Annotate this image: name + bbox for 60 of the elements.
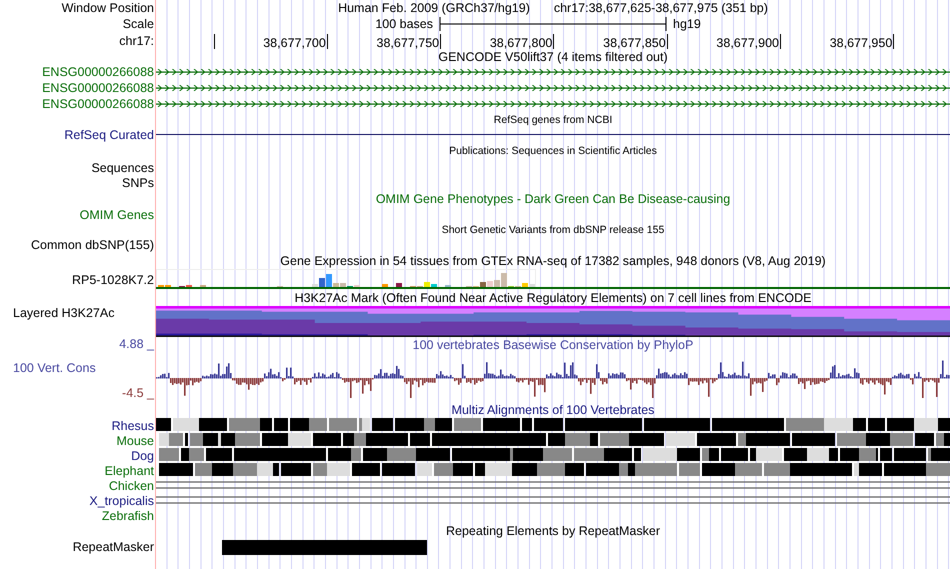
tick-mark (326, 34, 328, 48)
species-label[interactable]: Rhesus (112, 418, 154, 432)
repeat-element[interactable] (222, 540, 427, 554)
assembly-title: Human Feb. 2009 (GRCh37/hg19) (338, 1, 530, 15)
species-label[interactable]: Zebrafish (102, 508, 154, 522)
tick-mark (780, 34, 781, 48)
track-title: 100 vertebrates Basewise Conservation by PhyloP (412, 338, 694, 352)
species-label[interactable]: Chicken (108, 478, 154, 492)
position-text: chr17:38,677,625-38,677,975 (351 bp) (554, 1, 768, 15)
alignment-track[interactable] (156, 448, 950, 463)
track-title: Publications: Sequences in Scientific Articles (449, 145, 657, 157)
coordinate-label: 38,677,900 (716, 36, 779, 50)
track-label[interactable]: Sequences (91, 160, 154, 174)
gene-line[interactable] (156, 69, 950, 75)
coordinate-label: 38,677,850 (603, 36, 666, 50)
coordinate-label: 38,677,950 (830, 36, 892, 50)
track-label[interactable]: Layered H3K27Ac (13, 306, 114, 320)
track-label[interactable]: 100 Vert. Cons (0, 361, 96, 375)
species-label[interactable]: Dog (131, 448, 154, 462)
species-label[interactable]: X_tropicalis (89, 494, 154, 508)
track-label[interactable]: RefSeq Curated (64, 128, 154, 142)
species-label[interactable]: Mouse (116, 434, 154, 448)
track-label: Scale (122, 17, 154, 31)
tick-mark (553, 34, 554, 48)
gene-line[interactable] (156, 101, 950, 107)
track-title: Gene Expression in 54 tissues from GTEx RNA-seq of 17382 samples, 948 donors (V8, Aug 2019) (280, 254, 826, 268)
gene-line[interactable] (156, 85, 950, 91)
track-title: RefSeq genes from NCBI (494, 114, 612, 126)
signal-area-chart[interactable] (156, 306, 950, 337)
gene-label[interactable]: ENSG00000266088 (42, 65, 154, 79)
track-label: Window Position (62, 1, 154, 15)
gene-label[interactable]: ENSG00000266088 (42, 81, 154, 95)
alignment-track[interactable] (156, 433, 950, 448)
track-title: OMIM Gene Phenotypes - Dark Green Can Be Disease-causing (376, 192, 730, 206)
track-title: Repeating Elements by RepeatMasker (446, 524, 660, 538)
scale-text: 100 bases (375, 17, 434, 31)
axis-max-label: 4.88 _ (119, 337, 154, 351)
alignment-track[interactable] (156, 463, 950, 478)
track-label[interactable]: RepeatMasker (72, 540, 154, 554)
track-title: H3K27Ac Mark (Often Found Near Active Regulatory Elements) on 7 cell lines from ENCODE (294, 291, 812, 305)
track-label[interactable]: RP5-1028K7.2 (72, 272, 154, 286)
track-title: Multiz Alignments of 100 Vertebrates (452, 403, 654, 417)
track-label[interactable]: Common dbSNP(155) (31, 238, 154, 252)
assembly-name: hg19 (672, 17, 701, 31)
tick-mark (440, 34, 442, 48)
axis-min-label: -4.5 _ (122, 386, 154, 400)
coordinate-label: 38,677,800 (490, 36, 552, 50)
track-label: chr17: (119, 34, 154, 48)
tick-mark (666, 34, 668, 48)
track-label[interactable]: OMIM Genes (80, 208, 154, 222)
track-label[interactable]: SNPs (122, 176, 154, 190)
gene-label[interactable]: ENSG00000266088 (42, 97, 154, 111)
conservation-graph[interactable] (156, 360, 950, 398)
coordinate-label: 38,677,750 (376, 36, 440, 50)
species-label[interactable]: Elephant (104, 464, 154, 478)
track-title: Short Genetic Variants from dbSNP release 155 (442, 224, 664, 236)
alignment-track[interactable] (156, 418, 950, 433)
coordinate-label: 38,677,700 (263, 36, 326, 50)
track-title: GENCODE V50lift37 (4 items filtered out) (438, 50, 668, 64)
tick-mark (893, 34, 894, 48)
